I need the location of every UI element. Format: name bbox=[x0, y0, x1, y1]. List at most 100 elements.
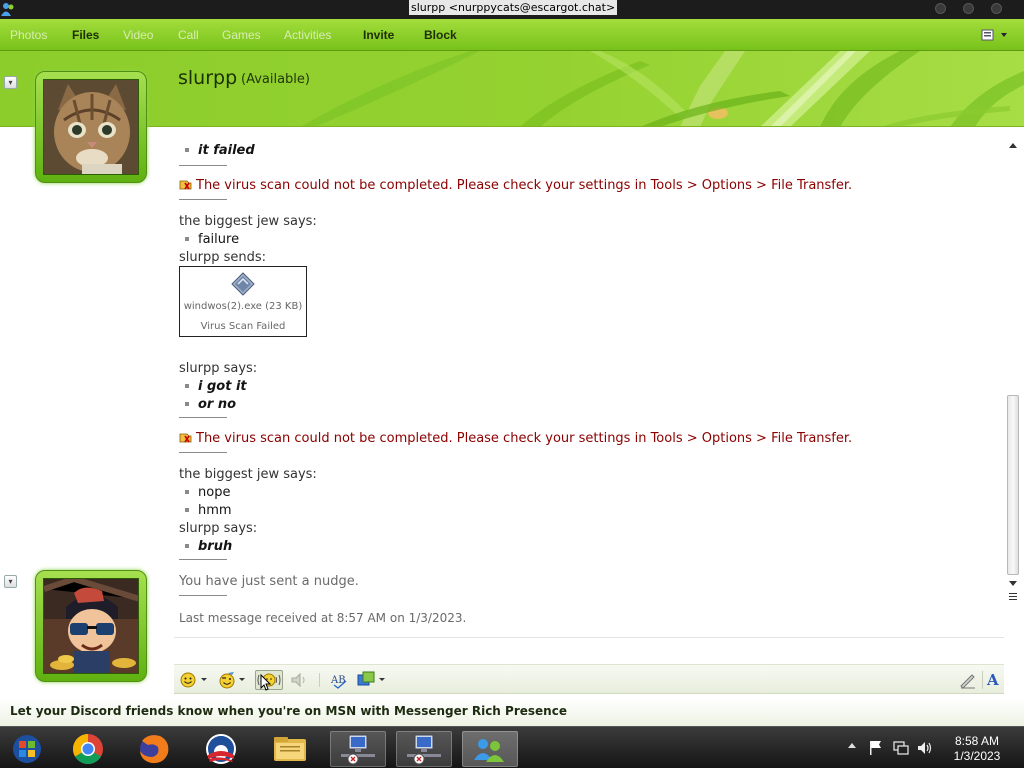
message-line: i got it bbox=[185, 379, 247, 394]
close-button[interactable] bbox=[991, 3, 1002, 14]
message-line: or no bbox=[185, 397, 236, 412]
network-app-button[interactable] bbox=[330, 731, 386, 767]
message-text: i got it bbox=[198, 379, 247, 394]
contact-header: slurpp (Available) bbox=[0, 51, 1024, 127]
window-title: slurpp <nurppycats@escargot.chat> bbox=[409, 0, 618, 15]
firefox-icon[interactable] bbox=[126, 731, 182, 767]
spell-check-icon[interactable]: AB bbox=[330, 670, 350, 690]
font-icon[interactable]: A bbox=[986, 670, 1002, 690]
nudge-status: You have just sent a nudge. bbox=[179, 574, 359, 589]
obama-logo-icon[interactable] bbox=[192, 731, 248, 767]
message-input[interactable] bbox=[174, 637, 1004, 664]
network-app-button-2[interactable] bbox=[396, 731, 452, 767]
chrome-icon[interactable] bbox=[60, 731, 116, 767]
message-text: failure bbox=[198, 232, 240, 247]
menu-files[interactable]: Files bbox=[72, 19, 99, 51]
menu-photos[interactable]: Photos bbox=[10, 19, 47, 51]
ad-text[interactable]: Let your Discord friends know when you'r… bbox=[10, 704, 567, 718]
conversation-toolbar: Photos Files Video Call Games Activities… bbox=[0, 19, 1024, 51]
message-line: it failed bbox=[185, 143, 255, 158]
message-text: or no bbox=[198, 397, 237, 412]
cartoon-avatar-image bbox=[43, 578, 139, 674]
tray-date: 1/3/2023 bbox=[953, 749, 1001, 763]
network-computer-icon bbox=[341, 734, 375, 765]
svg-text:A: A bbox=[986, 671, 999, 689]
splitter-grip[interactable] bbox=[1009, 593, 1017, 594]
last-received-status: Last message received at 8:57 AM on 1/3/… bbox=[179, 611, 467, 625]
scroll-down-arrow[interactable] bbox=[1009, 581, 1017, 586]
my-avatar[interactable] bbox=[35, 570, 147, 682]
menu-invite[interactable]: Invite bbox=[363, 19, 394, 51]
wink-emoticon-icon[interactable] bbox=[218, 670, 236, 690]
menu-activities[interactable]: Activities bbox=[284, 19, 331, 51]
collapse-contact-avatar-button[interactable]: ▾ bbox=[4, 76, 17, 89]
menu-block[interactable]: Block bbox=[424, 19, 457, 51]
show-hidden-icons-arrow[interactable] bbox=[848, 743, 856, 748]
separator bbox=[179, 452, 227, 453]
toolbar-divider bbox=[982, 671, 983, 689]
start-orb-icon[interactable] bbox=[0, 731, 56, 767]
handwriting-icon[interactable] bbox=[958, 670, 978, 690]
splitter-grip[interactable] bbox=[1009, 599, 1017, 600]
voice-clip-icon[interactable] bbox=[289, 670, 309, 690]
menu-call[interactable]: Call bbox=[178, 19, 199, 51]
message-text: nope bbox=[198, 485, 231, 500]
message-text: hmm bbox=[198, 503, 232, 518]
action-center-flag-icon[interactable] bbox=[869, 740, 883, 756]
mouse-cursor-icon bbox=[260, 674, 272, 691]
warning-line: The virus scan could not be completed. P… bbox=[179, 178, 852, 193]
minimize-button[interactable] bbox=[935, 3, 946, 14]
contact-status: (Available) bbox=[241, 72, 310, 87]
file-transfer-box[interactable]: windwos(2).exe (23 KB) Virus Scan Failed bbox=[179, 266, 307, 337]
separator bbox=[179, 199, 227, 200]
network-computer-icon bbox=[407, 734, 441, 765]
scrollbar-thumb[interactable] bbox=[1007, 395, 1019, 575]
separator bbox=[179, 417, 227, 418]
formatting-toolbar: AB A bbox=[174, 664, 1004, 694]
sender-line: the biggest jew says: bbox=[179, 467, 317, 482]
taskbar: 8:58 AM 1/3/2023 bbox=[0, 726, 1024, 768]
message-line: failure bbox=[185, 232, 239, 247]
emoticon-dropdown-arrow[interactable] bbox=[201, 678, 207, 681]
executable-file-icon bbox=[231, 272, 255, 296]
message-line: bruh bbox=[185, 539, 232, 554]
scroll-up-arrow[interactable] bbox=[1009, 143, 1017, 148]
tray-time: 8:58 AM bbox=[954, 734, 1000, 748]
emoticon-icon[interactable] bbox=[180, 670, 196, 690]
virus-scan-warning: The virus scan could not be completed. P… bbox=[196, 431, 853, 446]
separator bbox=[179, 165, 227, 166]
warning-icon bbox=[179, 180, 192, 190]
sender-line: slurpp says: bbox=[179, 361, 258, 376]
background-picker-icon[interactable] bbox=[357, 670, 375, 690]
message-text: it failed bbox=[198, 143, 255, 158]
conversation-scrollbar[interactable] bbox=[1006, 127, 1020, 608]
maximize-button[interactable] bbox=[963, 3, 974, 14]
menu-video[interactable]: Video bbox=[123, 19, 153, 51]
contact-avatar[interactable] bbox=[35, 71, 147, 183]
sender-line: the biggest jew says: bbox=[179, 214, 317, 229]
messenger-taskbar-button[interactable] bbox=[462, 731, 518, 767]
volume-icon[interactable] bbox=[917, 740, 933, 756]
options-menu-icon[interactable] bbox=[981, 28, 1011, 42]
warning-icon bbox=[179, 433, 192, 443]
separator bbox=[179, 595, 227, 596]
sender-line: slurpp says: bbox=[179, 521, 258, 536]
file-scan-status: Virus Scan Failed bbox=[200, 321, 286, 332]
message-text: bruh bbox=[198, 539, 233, 554]
file-name[interactable]: windwos(2).exe (23 KB) bbox=[180, 301, 306, 312]
advertisement-bar[interactable]: Let your Discord friends know when you'r… bbox=[0, 698, 1024, 726]
messenger-icon bbox=[474, 739, 504, 762]
virus-scan-warning: The virus scan could not be completed. P… bbox=[196, 178, 853, 193]
background-dropdown-arrow[interactable] bbox=[379, 678, 385, 681]
file-explorer-button[interactable] bbox=[262, 731, 318, 767]
tray-clock[interactable]: 8:58 AM 1/3/2023 bbox=[945, 734, 1009, 764]
window-titlebar[interactable]: slurpp <nurppycats@escargot.chat> bbox=[0, 0, 1024, 19]
network-icon[interactable] bbox=[893, 740, 909, 756]
splitter-grip[interactable] bbox=[1009, 596, 1017, 597]
contact-name: slurpp bbox=[178, 67, 238, 89]
collapse-my-avatar-button[interactable]: ▾ bbox=[4, 575, 17, 588]
menu-games[interactable]: Games bbox=[222, 19, 261, 51]
conversation-history[interactable]: it failed The virus scan could not be co… bbox=[170, 127, 1006, 635]
messenger-app-icon bbox=[1, 3, 14, 16]
wink-dropdown-arrow[interactable] bbox=[239, 678, 245, 681]
